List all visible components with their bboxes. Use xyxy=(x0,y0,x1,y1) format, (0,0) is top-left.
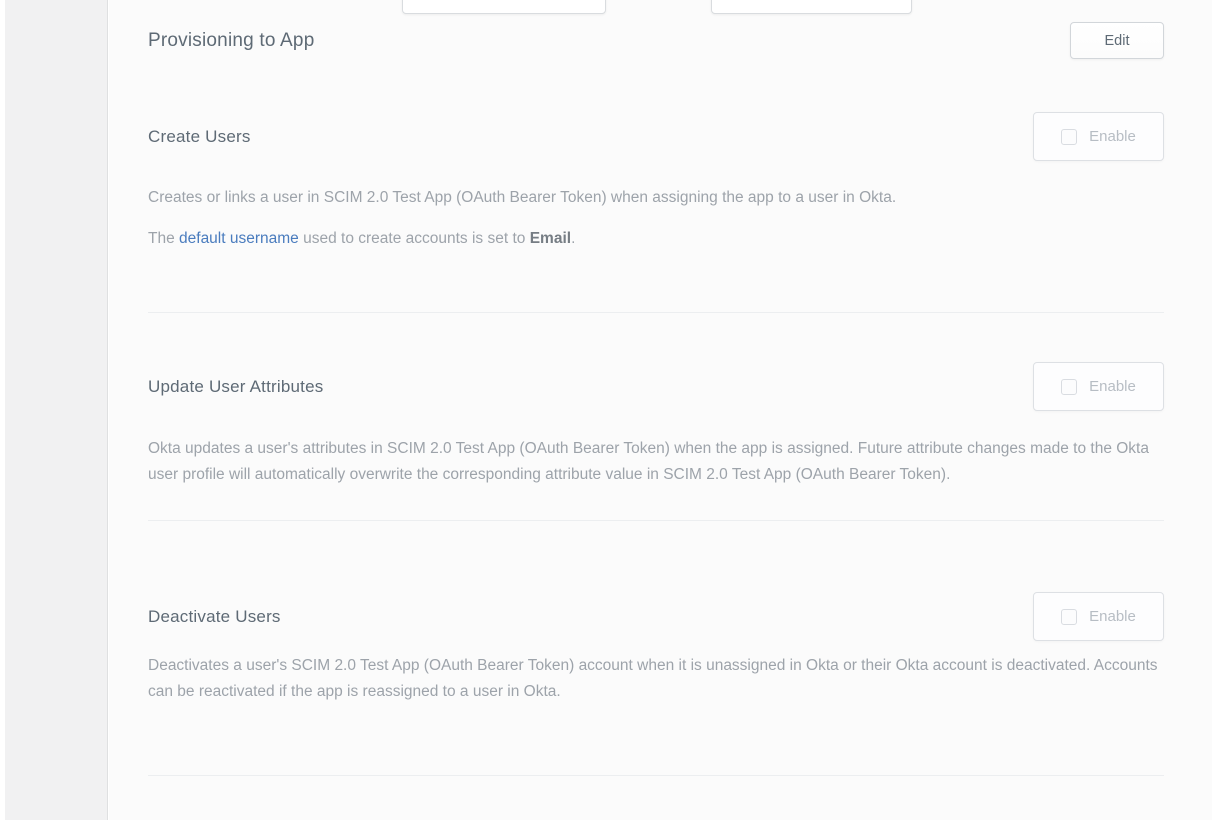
section-description: Deactivates a user's SCIM 2.0 Test App (… xyxy=(148,653,1164,705)
section-divider xyxy=(148,775,1164,776)
edit-button[interactable]: Edit xyxy=(1070,22,1164,59)
provisioning-header: Provisioning to App Edit xyxy=(148,0,1164,59)
default-username-note: The default username used to create acco… xyxy=(148,226,1164,252)
note-prefix: The xyxy=(148,230,179,247)
section-divider xyxy=(148,520,1164,521)
default-username-link[interactable]: default username xyxy=(179,230,299,247)
section-divider xyxy=(148,312,1164,313)
note-suffix: . xyxy=(571,230,575,247)
provisioning-settings-panel: Provisioning to App Edit Create Users En… xyxy=(109,0,1212,820)
section-update-user-attributes: Update User Attributes Enable Okta updat… xyxy=(148,362,1164,488)
cropped-input-field-2[interactable] xyxy=(711,0,912,14)
section-description: Creates or links a user in SCIM 2.0 Test… xyxy=(148,185,1164,211)
enable-checkbox[interactable] xyxy=(1061,609,1077,625)
enable-button[interactable]: Enable xyxy=(1033,112,1164,161)
note-middle: used to create accounts is set to xyxy=(299,230,530,247)
enable-button[interactable]: Enable xyxy=(1033,592,1164,641)
section-deactivate-users: Deactivate Users Enable Deactivates a us… xyxy=(148,592,1164,705)
page-title: Provisioning to App xyxy=(148,30,314,52)
left-sidebar xyxy=(5,0,108,820)
enable-checkbox[interactable] xyxy=(1061,129,1077,145)
section-title: Deactivate Users xyxy=(148,607,281,627)
enable-button-label: Enable xyxy=(1089,608,1136,625)
enable-button-label: Enable xyxy=(1089,378,1136,395)
enable-checkbox[interactable] xyxy=(1061,379,1077,395)
enable-button-label: Enable xyxy=(1089,128,1136,145)
section-create-users: Create Users Enable Creates or links a u… xyxy=(148,112,1164,252)
enable-button[interactable]: Enable xyxy=(1033,362,1164,411)
note-emphasis: Email xyxy=(530,230,571,247)
section-title: Update User Attributes xyxy=(148,377,323,397)
section-title: Create Users xyxy=(148,127,251,147)
cropped-input-field-1[interactable] xyxy=(402,0,606,14)
section-description: Okta updates a user's attributes in SCIM… xyxy=(148,436,1164,488)
